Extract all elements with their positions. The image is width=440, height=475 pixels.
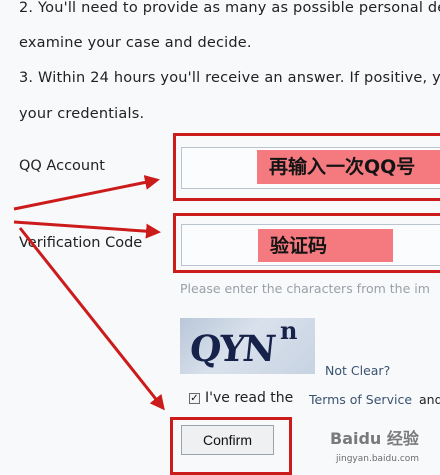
arrow-to-verification bbox=[13, 220, 161, 239]
arrow-to-qq bbox=[13, 175, 160, 211]
arrow-to-confirm bbox=[18, 227, 165, 411]
baidu-watermark-logo: Baidu 经验 bbox=[330, 429, 419, 448]
baidu-watermark-url: jingyan.baidu.com bbox=[336, 454, 420, 464]
annotation-arrows bbox=[13, 175, 165, 411]
